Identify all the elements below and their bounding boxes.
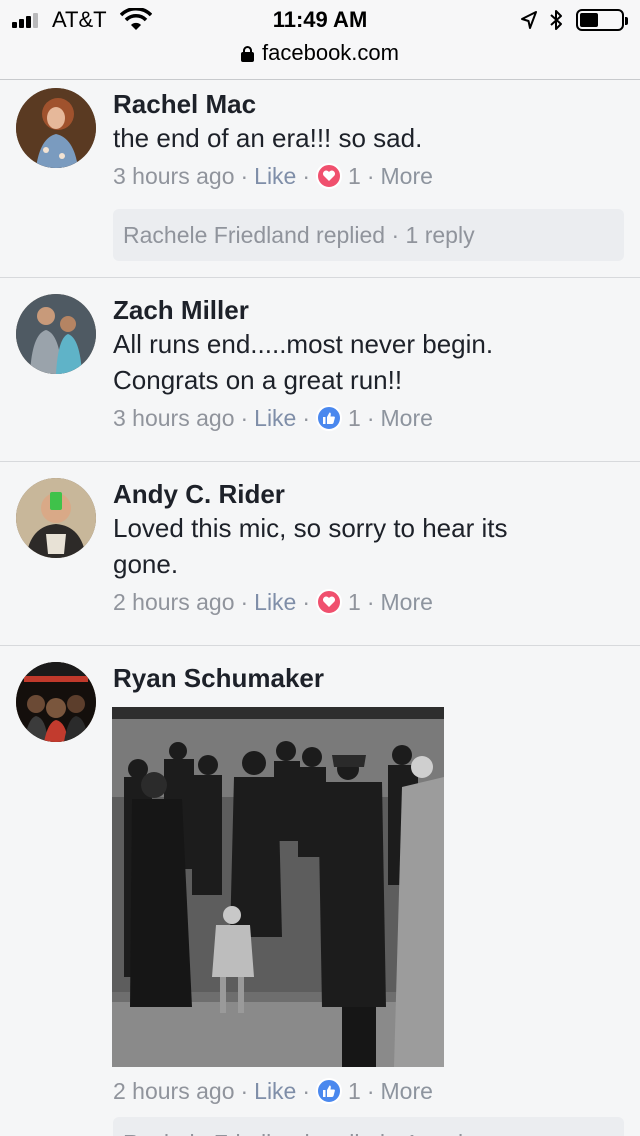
- status-bar: AT&T 11:49 AM: [0, 0, 640, 40]
- comment-author[interactable]: Rachel Mac: [113, 88, 624, 120]
- love-reaction-icon[interactable]: [316, 163, 343, 189]
- comment-text-line: Congrats on a great run!!: [113, 365, 403, 395]
- reaction-count[interactable]: 1: [348, 163, 361, 189]
- comment-time[interactable]: 3 hours ago: [113, 405, 234, 431]
- comment-text-line: Loved this mic, so sorry to hear its: [113, 513, 508, 543]
- comment-author[interactable]: Ryan Schumaker: [113, 662, 624, 694]
- comment-item: Ryan Schumaker 2 hours ago · Like · 1 · …: [0, 646, 640, 1136]
- comment-time[interactable]: 2 hours ago: [113, 1078, 234, 1104]
- lock-icon: [241, 46, 255, 62]
- comment-meta: 3 hours ago · Like · 1 · More: [113, 405, 433, 431]
- love-reaction-icon[interactable]: [316, 589, 343, 615]
- comment-meta: 2 hours ago · Like · 1 · More: [113, 589, 433, 615]
- battery-icon: [576, 9, 628, 31]
- comment-meta: 3 hours ago · Like · 1 · More: [113, 163, 433, 189]
- address-bar[interactable]: facebook.com: [0, 40, 640, 70]
- avatar[interactable]: [16, 88, 96, 168]
- reaction-count[interactable]: 1: [348, 589, 361, 615]
- reaction-count[interactable]: 1: [348, 405, 361, 431]
- comment-text-line: gone.: [113, 549, 179, 579]
- comment-text: the end of an era!!! so sad.: [113, 123, 423, 153]
- avatar[interactable]: [16, 478, 96, 558]
- comment-item: Rachel Mac the end of an era!!! so sad. …: [0, 80, 640, 278]
- view-replies-button[interactable]: Rachele Friedland replied · 1 reply: [113, 1117, 624, 1136]
- browser-top-bar: AT&T 11:49 AM facebook.com: [0, 0, 640, 80]
- comment-item: Zach Miller All runs end.....most never …: [0, 278, 640, 462]
- like-button[interactable]: Like: [254, 1078, 296, 1104]
- like-button[interactable]: Like: [254, 589, 296, 615]
- like-reaction-icon[interactable]: [316, 405, 343, 431]
- comment-meta: 2 hours ago · Like · 1 · More: [113, 1078, 433, 1104]
- comment-text-line: All runs end.....most never begin.: [113, 329, 494, 359]
- comment-author[interactable]: Andy C. Rider: [113, 478, 624, 510]
- status-time: 11:49 AM: [272, 7, 368, 32]
- url-text: facebook.com: [262, 40, 399, 65]
- bluetooth-icon: [550, 10, 562, 30]
- avatar[interactable]: [16, 294, 96, 374]
- more-button[interactable]: More: [381, 163, 433, 189]
- comment-item: Andy C. Rider Loved this mic, so sorry t…: [0, 462, 640, 646]
- like-reaction-icon[interactable]: [316, 1078, 343, 1104]
- more-button[interactable]: More: [381, 589, 433, 615]
- comment-author[interactable]: Zach Miller: [113, 294, 624, 326]
- location-arrow-icon: [521, 11, 537, 29]
- avatar[interactable]: [16, 662, 96, 742]
- like-button[interactable]: Like: [254, 405, 296, 431]
- view-replies-button[interactable]: Rachele Friedland replied · 1 reply: [113, 209, 624, 261]
- more-button[interactable]: More: [381, 405, 433, 431]
- reaction-count[interactable]: 1: [348, 1078, 361, 1104]
- comment-time[interactable]: 3 hours ago: [113, 163, 234, 189]
- comment-photo[interactable]: [112, 707, 444, 1067]
- like-button[interactable]: Like: [254, 163, 296, 189]
- more-button[interactable]: More: [381, 1078, 433, 1104]
- comment-time[interactable]: 2 hours ago: [113, 589, 234, 615]
